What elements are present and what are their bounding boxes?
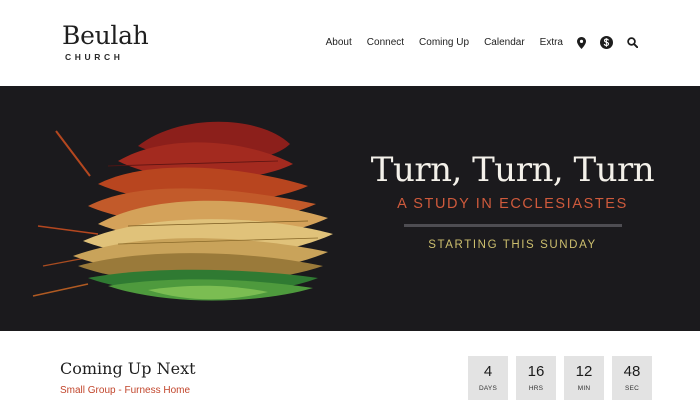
nav-item-coming-up[interactable]: Coming Up	[419, 37, 469, 48]
countdown-timer: 4 DAYS 16 HRS 12 MIN 48 SEC	[468, 356, 660, 400]
hero-banner[interactable]: Turn, Turn, Turn A STUDY IN ECCLESIASTES…	[0, 86, 700, 331]
countdown-label: DAYS	[478, 385, 498, 392]
hero-text-block: Turn, Turn, Turn A STUDY IN ECCLESIASTES…	[360, 150, 665, 253]
countdown-value: 4	[483, 363, 493, 380]
countdown-seconds: 48 SEC	[612, 356, 652, 400]
event-link[interactable]: Small Group - Furness Home	[60, 385, 190, 396]
site-header: Beulah CHURCH About Connect Coming Up Ca…	[0, 0, 700, 86]
countdown-label: MIN	[577, 385, 591, 392]
countdown-value: 16	[527, 363, 545, 380]
autumn-leaves-image	[32, 121, 333, 301]
hero-title: Turn, Turn, Turn	[370, 150, 655, 190]
donate-icon[interactable]	[600, 36, 613, 49]
nav-item-extra[interactable]: Extra	[540, 37, 563, 48]
countdown-value: 48	[623, 363, 641, 380]
hero-cta-link[interactable]: STARTING THIS SUNDAY	[428, 239, 597, 251]
search-icon[interactable]	[627, 37, 638, 48]
nav-item-connect[interactable]: Connect	[367, 37, 404, 48]
countdown-minutes: 12 MIN	[564, 356, 604, 400]
logo-subtitle: CHURCH	[65, 52, 124, 62]
coming-up-next-section: Coming Up Next Small Group - Furness Hom…	[0, 331, 700, 400]
countdown-value: 12	[575, 363, 593, 380]
section-heading: Coming Up Next	[60, 359, 196, 378]
site-logo[interactable]: Beulah CHURCH	[62, 21, 149, 63]
logo-name: Beulah	[62, 21, 149, 50]
nav-item-calendar[interactable]: Calendar	[484, 37, 525, 48]
countdown-hours: 16 HRS	[516, 356, 556, 400]
countdown-days: 4 DAYS	[468, 356, 508, 400]
nav-item-about[interactable]: About	[326, 37, 352, 48]
main-nav: About Connect Coming Up Calendar Extra	[311, 36, 638, 49]
map-pin-icon[interactable]	[577, 36, 586, 49]
countdown-label: SEC	[625, 385, 639, 392]
hero-subtitle: A STUDY IN ECCLESIASTES	[397, 196, 628, 212]
countdown-label: HRS	[528, 385, 544, 392]
hero-divider	[403, 224, 622, 227]
